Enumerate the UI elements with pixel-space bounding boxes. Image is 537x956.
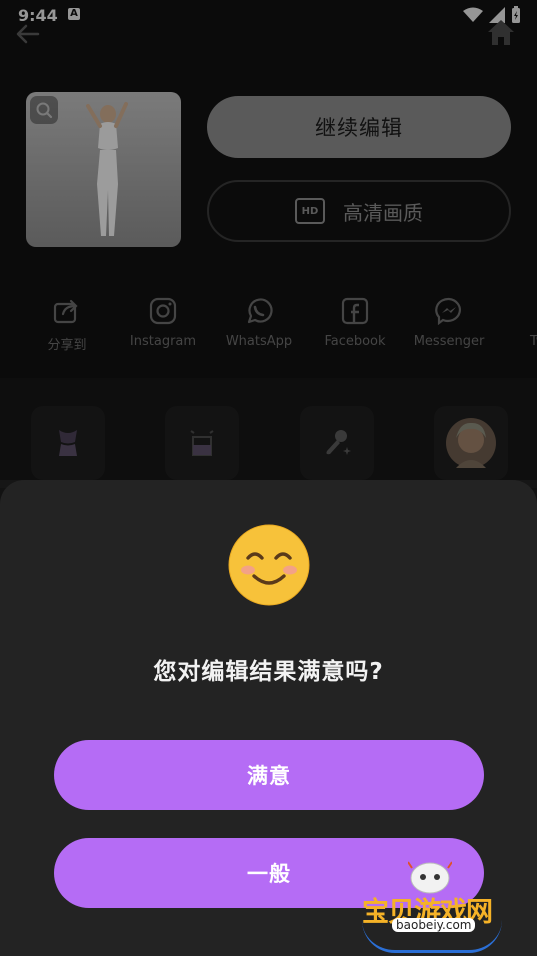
- watermark-url: baobeiy.com: [392, 918, 476, 932]
- status-bar: 9:44 A: [0, 0, 537, 34]
- tool-body-shape[interactable]: [31, 406, 105, 480]
- brush-sparkle-icon: [326, 430, 351, 455]
- tool-sticker[interactable]: [165, 406, 239, 480]
- satisfied-button[interactable]: 满意: [54, 740, 484, 810]
- share-item-messenger[interactable]: Messenger: [404, 292, 494, 349]
- share-label: Facebook: [324, 334, 386, 349]
- share-label: 分享到: [47, 338, 87, 353]
- share-out-icon: [52, 296, 82, 326]
- share-item-more[interactable]: 分享到: [22, 292, 112, 353]
- instagram-icon: [148, 296, 178, 326]
- person-figure: [86, 102, 128, 236]
- wifi-icon: [463, 7, 483, 22]
- whatsapp-icon: [244, 296, 274, 326]
- home-icon[interactable]: [486, 18, 516, 46]
- share-label: Instagram: [129, 334, 197, 349]
- face-avatar: [446, 418, 496, 468]
- share-item-facebook[interactable]: Facebook: [310, 292, 400, 349]
- share-label: WhatsApp: [225, 334, 293, 349]
- smiling-face-icon: [228, 524, 310, 606]
- messenger-icon: [434, 296, 464, 326]
- back-arrow-icon[interactable]: [14, 22, 42, 46]
- zoom-icon[interactable]: [30, 96, 58, 124]
- satisfaction-question: 您对编辑结果满意吗?: [153, 659, 384, 685]
- edited-photo-thumbnail[interactable]: [26, 92, 181, 247]
- cup-sticker-icon: [190, 430, 214, 456]
- share-label: Tw: [530, 334, 537, 349]
- tool-brush[interactable]: [300, 406, 374, 480]
- twitter-icon: [530, 296, 537, 326]
- continue-edit-button[interactable]: 继续编辑: [207, 96, 511, 158]
- tool-face-avatar[interactable]: [434, 406, 508, 480]
- hd-quality-button[interactable]: HD 高清画质: [207, 180, 511, 242]
- share-item-twitter[interactable]: Tw: [502, 292, 537, 349]
- watermark-logo: 宝贝游戏网 baobeiy.com: [352, 860, 512, 953]
- hd-icon: HD: [295, 198, 325, 224]
- gamepad-mascot-icon: [408, 861, 452, 894]
- share-label: Messenger: [413, 334, 485, 349]
- share-item-whatsapp[interactable]: WhatsApp: [214, 292, 304, 349]
- body-shape-icon: [59, 430, 77, 456]
- share-row: 分享到 Instagram WhatsApp Facebook Messenge…: [0, 292, 537, 362]
- facebook-icon: [340, 296, 370, 326]
- hd-quality-label: 高清画质: [343, 200, 423, 225]
- notification-a-icon: A: [68, 8, 80, 20]
- share-item-instagram[interactable]: Instagram: [118, 292, 208, 349]
